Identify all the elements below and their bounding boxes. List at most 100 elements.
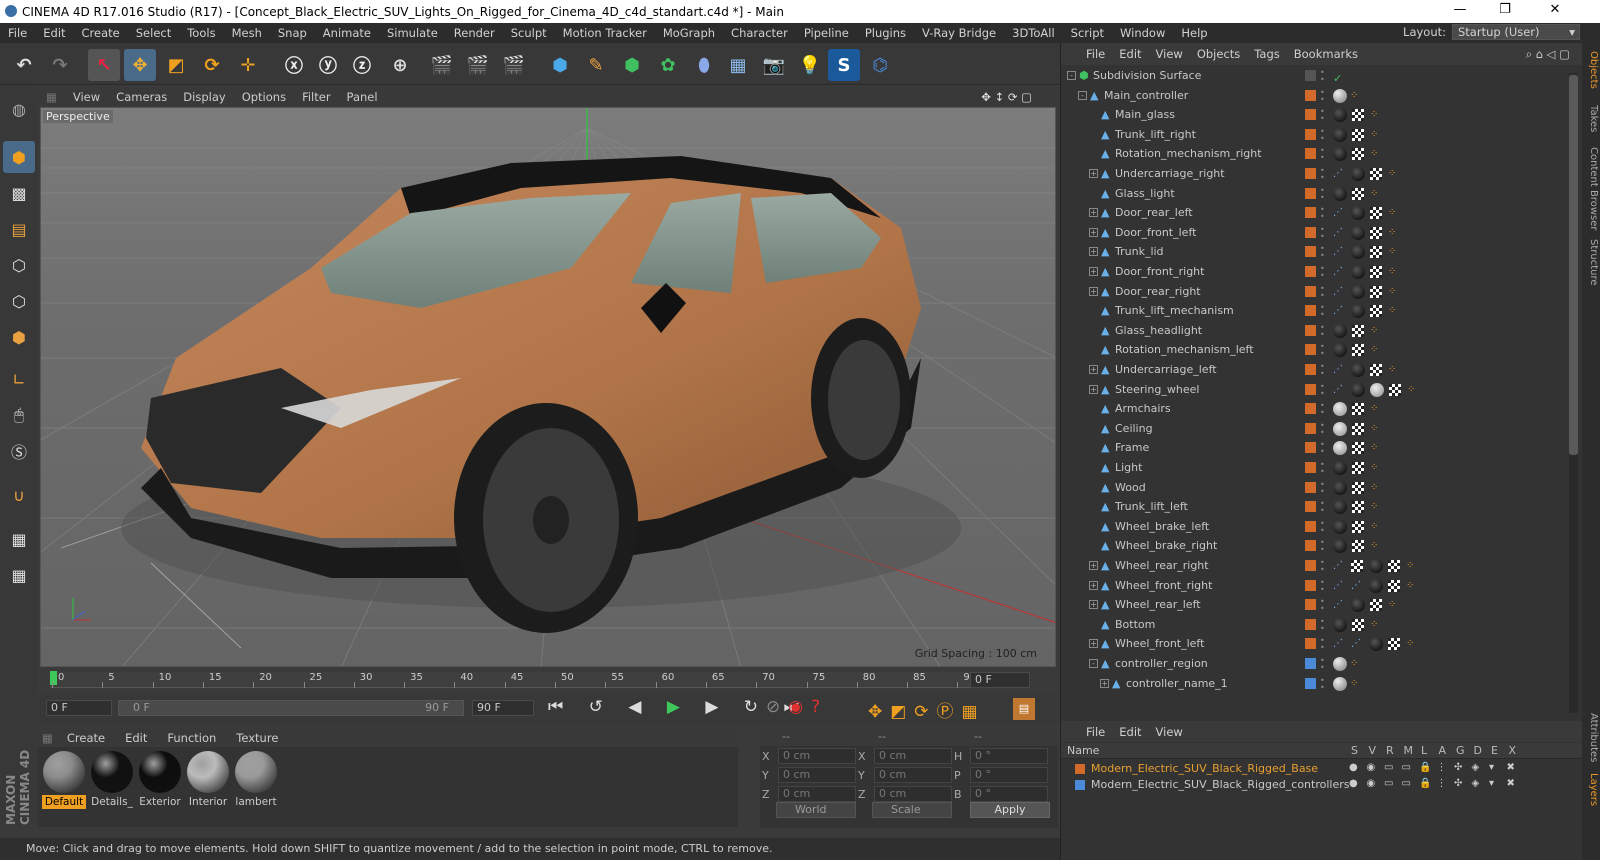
visibility-dots-icon[interactable]: • • [1320, 539, 1325, 554]
object-row[interactable]: + ▲ Steering_wheel • • ⋰ ⁘ [1061, 380, 1568, 400]
points-mode-icon[interactable]: ⬡ [3, 249, 35, 281]
layer-color-swatch[interactable] [1305, 520, 1316, 532]
viewport-menu-view[interactable]: View [65, 90, 108, 104]
material-menu-function[interactable]: Function [157, 731, 226, 745]
visibility-dots-icon[interactable]: • • [1320, 363, 1325, 378]
visibility-dots-icon[interactable]: • • [1320, 323, 1325, 338]
light-icon[interactable]: 💡 [794, 49, 826, 81]
object-row[interactable]: ▲ Glass_light • • ⁘ [1061, 184, 1568, 204]
layer-color-swatch[interactable] [1305, 128, 1316, 140]
phong-tag-icon[interactable]: ⁘ [1370, 520, 1384, 534]
pen-icon[interactable]: ✎ [580, 49, 612, 81]
menu-sculpt[interactable]: Sculpt [503, 26, 555, 40]
menu-snap[interactable]: Snap [270, 26, 315, 40]
scale-tool-icon[interactable]: ◩ [160, 49, 192, 81]
layer-row[interactable]: Modern_Electric_SUV_Black_Rigged_Base ● ◉ ▭… [1061, 761, 1566, 777]
layer-color-swatch[interactable] [1305, 226, 1316, 238]
ik-tag-icon[interactable]: ⋰ [1333, 285, 1347, 299]
object-row[interactable]: ▲ Trunk_lift_left • • ⁘ [1061, 497, 1568, 517]
material-tag-icon[interactable] [1351, 225, 1365, 240]
ik-tag-icon[interactable]: ⋰ [1333, 383, 1347, 397]
material-menu-create[interactable]: Create [57, 731, 115, 745]
menu-select[interactable]: Select [128, 26, 179, 40]
cloner-icon[interactable]: ✿ [652, 49, 684, 81]
object-row[interactable]: ▲ Wheel_brake_right • • ⁘ [1061, 536, 1568, 556]
keyframe-controls[interactable]: ⊘◉? [766, 697, 828, 717]
object-row[interactable]: ▲ Ceiling • • ⁘ [1061, 419, 1568, 439]
phong-tag-icon[interactable]: ⁘ [1370, 539, 1384, 553]
phong-tag-icon[interactable]: ⁘ [1406, 637, 1420, 651]
phong-tag-icon[interactable]: ⁘ [1388, 363, 1402, 377]
obj-manager-search-icons[interactable]: ⌕ ⌂ ◁ ▢ [1519, 47, 1577, 62]
minimize-button[interactable]: — [1440, 2, 1480, 17]
ik-tag-icon[interactable]: ⋰ [1333, 245, 1347, 259]
layer-toggle-icon[interactable]: ● [1349, 762, 1358, 773]
material-tag-icon[interactable] [1333, 343, 1347, 358]
visibility-dots-icon[interactable]: • • [1320, 480, 1325, 495]
material-swatch[interactable]: Details_ [90, 751, 134, 809]
menu-tools[interactable]: Tools [179, 26, 223, 40]
expand-icon[interactable]: + [1089, 580, 1098, 590]
layer-toggle-icon[interactable]: ▭ [1384, 778, 1393, 789]
ik-tag-icon[interactable]: ⋰ [1333, 304, 1347, 318]
layer-toggle-icon[interactable]: ● [1349, 778, 1358, 789]
visibility-dots-icon[interactable]: • • [1320, 578, 1325, 593]
object-row[interactable]: + ▲ Wheel_front_left • • ⋰ ⋰ ⁘ [1061, 634, 1568, 654]
floor-icon[interactable]: ▦ [722, 49, 754, 81]
timeline-ruler[interactable]: 051015202530354045505560657075808590 0 F [38, 668, 1058, 692]
obj-menu-bookmarks[interactable]: Bookmarks [1287, 47, 1365, 61]
expand-icon[interactable]: + [1089, 208, 1098, 218]
object-row[interactable]: + ▲ Wheel_front_right • • ⋰ ⋰ ⁘ [1061, 576, 1568, 596]
material-tag-icon[interactable] [1333, 441, 1347, 456]
expand-icon[interactable]: + [1089, 247, 1098, 257]
coordinate-system-icon[interactable]: ⊕ [384, 49, 416, 81]
layer-toggle-icon[interactable]: ▭ [1402, 778, 1411, 789]
object-row[interactable]: ▲ Trunk_lift_mechanism • • ⋰ ⁘ [1061, 301, 1568, 321]
layer-toggle-icon[interactable]: ▾ [1489, 762, 1494, 773]
tweak-mode-icon[interactable]: 🖱 [3, 399, 35, 431]
layer-toggle-icon[interactable]: ▭ [1384, 762, 1393, 773]
material-swatch[interactable]: Exterior [138, 751, 182, 809]
layer-color-swatch[interactable] [1305, 540, 1316, 552]
menu-mesh[interactable]: Mesh [224, 26, 270, 40]
layer-color-swatch[interactable] [1305, 383, 1316, 395]
material-tag-icon[interactable] [1370, 382, 1384, 397]
phong-tag-icon[interactable]: ⁘ [1370, 618, 1384, 632]
layer-color-swatch[interactable] [1305, 70, 1316, 81]
uvw-tag-icon[interactable] [1352, 481, 1364, 494]
phong-tag-icon[interactable]: ⁘ [1406, 579, 1420, 593]
render-picture-viewer-icon[interactable]: 🎬 [462, 49, 494, 81]
layer-menu-edit[interactable]: Edit [1112, 725, 1148, 739]
menu-file[interactable]: File [0, 26, 35, 40]
layer-color-swatch[interactable] [1305, 364, 1316, 375]
phong-tag-icon[interactable]: ⁘ [1388, 265, 1402, 279]
layer-color-swatch[interactable] [1305, 266, 1316, 277]
layer-toggle-icon[interactable]: ✖ [1507, 778, 1515, 789]
visibility-dots-icon[interactable]: • • [1320, 676, 1325, 691]
menu-motion-tracker[interactable]: Motion Tracker [555, 26, 655, 40]
uvw-tag-icon[interactable] [1370, 226, 1382, 239]
coord-value-field[interactable]: 0 cm [778, 767, 856, 783]
layer-toggle-icon[interactable]: ✖ [1507, 762, 1515, 773]
layer-toggle-icon[interactable]: ▾ [1489, 778, 1494, 789]
object-row[interactable]: ▲ Trunk_lift_right • • ⁘ [1061, 125, 1568, 145]
visibility-dots-icon[interactable]: • • [1320, 343, 1325, 358]
object-row[interactable]: - ▲ controller_region • • ⁘ [1061, 654, 1568, 674]
render-view-icon[interactable]: 🎬 [426, 49, 458, 81]
material-tag-icon[interactable] [1369, 578, 1383, 593]
z-axis-icon[interactable]: ⓩ [346, 49, 378, 81]
material-tag-icon[interactable] [1351, 304, 1365, 319]
make-editable-icon[interactable]: ◍ [3, 93, 35, 125]
phong-tag-icon[interactable]: ⁘ [1406, 559, 1420, 573]
material-tag-icon[interactable] [1333, 108, 1347, 123]
collapse-icon[interactable]: - [1067, 71, 1076, 80]
uvw-tag-icon[interactable] [1352, 422, 1364, 435]
expand-icon[interactable]: + [1089, 169, 1098, 178]
tab-takes[interactable]: Takes [1583, 105, 1599, 132]
menu-vray-bridge[interactable]: V-Ray Bridge [914, 26, 1004, 40]
uvw-tag-icon[interactable] [1389, 383, 1401, 396]
polygons-mode-icon[interactable]: ⬢ [3, 321, 35, 353]
uvw-tag-icon[interactable] [1370, 207, 1382, 220]
layer-color-swatch[interactable] [1305, 148, 1316, 160]
material-tag-icon[interactable] [1351, 206, 1365, 221]
